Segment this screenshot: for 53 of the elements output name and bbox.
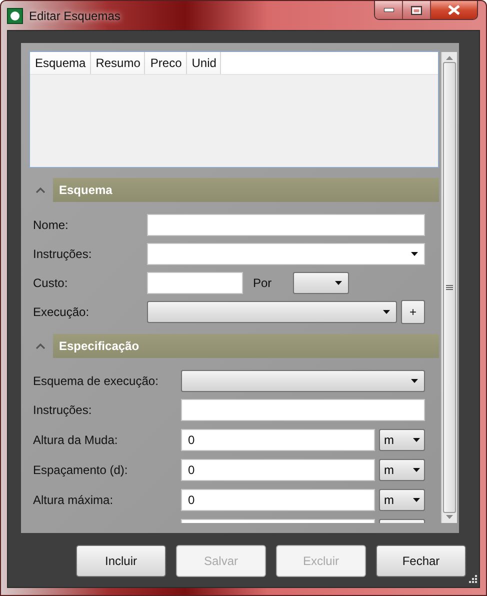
scrollbar-thumb[interactable]	[443, 62, 456, 513]
dropdown[interactable]	[181, 370, 425, 392]
resize-grip-icon[interactable]	[466, 574, 477, 585]
caret-icon	[383, 310, 390, 314]
close-icon	[448, 5, 460, 15]
caret-icon	[413, 468, 420, 472]
column-header[interactable]: Unid	[186, 52, 222, 74]
field-label: Custo:	[33, 276, 69, 290]
column-header[interactable]: Resumo	[90, 52, 146, 74]
input-field[interactable]: 0	[181, 428, 375, 450]
caret-icon	[411, 379, 418, 383]
caret-icon	[413, 498, 420, 502]
scroll-up-icon[interactable]	[446, 56, 453, 60]
maximize-icon	[411, 6, 422, 14]
app-icon	[7, 8, 23, 24]
input-field[interactable]: 0	[181, 458, 375, 480]
collapse-icon[interactable]	[36, 343, 44, 349]
field-label: Execução:	[33, 305, 90, 319]
caret-icon	[411, 252, 418, 256]
maximize-button[interactable]	[403, 1, 431, 19]
field-label: Por	[253, 276, 273, 290]
field-label: Espaçamento (d):	[33, 462, 129, 476]
column-header[interactable]: Preco	[145, 52, 187, 74]
input-field[interactable]	[147, 272, 243, 294]
action-button[interactable]: Fechar	[376, 545, 466, 577]
field-label: Altura máxima:	[33, 492, 114, 506]
dropdown[interactable]	[147, 301, 397, 323]
field-label: Esquema de execução:	[33, 374, 160, 388]
unit-dropdown[interactable]: m	[379, 428, 425, 450]
unit-dropdown[interactable]: m	[379, 458, 425, 480]
combo-box[interactable]	[147, 243, 425, 265]
close-button[interactable]	[431, 1, 477, 19]
dropdown[interactable]	[293, 272, 349, 294]
input-field[interactable]: 0	[181, 488, 375, 510]
caret-icon	[335, 281, 342, 285]
action-button[interactable]: Incluir	[76, 545, 166, 577]
collapse-icon[interactable]	[36, 187, 44, 193]
add-button[interactable]: +	[401, 300, 425, 324]
column-header[interactable]: Esquema	[30, 52, 91, 74]
field-label: Altura da Muda:	[33, 432, 119, 446]
caret-icon	[413, 438, 420, 442]
minimize-icon	[384, 8, 394, 12]
field-label: Instruções:	[33, 403, 93, 417]
input-field[interactable]	[147, 214, 425, 236]
scroll-down-icon[interactable]	[446, 515, 453, 519]
field-label: Nome:	[33, 218, 70, 232]
minimize-button[interactable]	[375, 1, 403, 19]
scrollbar[interactable]	[441, 52, 457, 523]
grip-icon	[446, 284, 453, 290]
input-field[interactable]	[181, 399, 425, 421]
field-label: Instruções:	[33, 247, 93, 261]
unit-dropdown[interactable]: m	[379, 488, 425, 510]
window-title: Editar Esquemas	[29, 9, 120, 23]
